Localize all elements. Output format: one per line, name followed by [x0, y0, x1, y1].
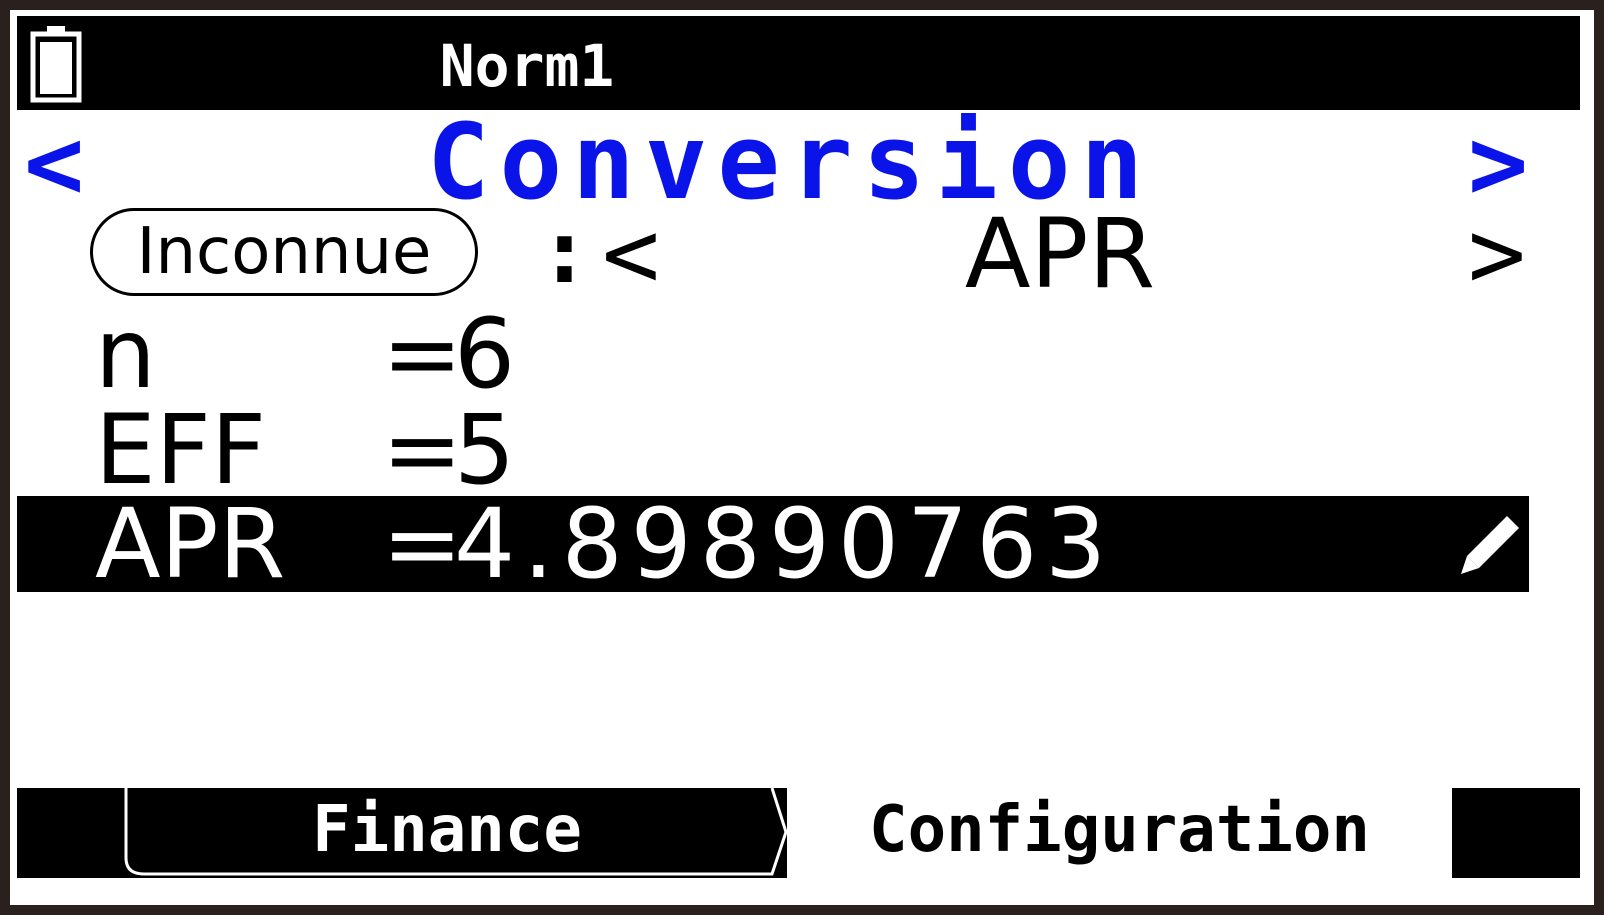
unknown-colon: :	[538, 200, 591, 303]
variable-row-apr[interactable]: APR = 4.89890763	[17, 496, 1529, 592]
variable-name: EFF	[95, 394, 267, 506]
unknown-value[interactable]: APR	[910, 200, 1210, 308]
unknown-next-arrow[interactable]: >	[1468, 206, 1526, 302]
variable-value: 4.89890763	[454, 488, 1115, 600]
equals-sign: =	[382, 488, 463, 600]
finance-label: Finance	[312, 793, 582, 867]
status-bar: Norm1	[17, 16, 1580, 110]
variable-name: n	[95, 298, 156, 410]
variable-value: 6	[454, 298, 524, 410]
function-key-bar: Finance Configuration	[17, 788, 1580, 878]
equals-sign: =	[382, 298, 463, 410]
battery-icon	[30, 26, 82, 103]
variable-value: 5	[454, 394, 524, 506]
variable-row-eff[interactable]: EFF = 5	[17, 402, 1529, 498]
configuration-label: Configuration	[869, 793, 1370, 867]
unknown-label: Inconnue	[90, 208, 478, 296]
pencil-icon	[1461, 516, 1519, 574]
calc-mode-indicator: Norm1	[439, 32, 615, 100]
title-prev-arrow[interactable]: <	[24, 114, 84, 214]
unknown-prev-arrow[interactable]: <	[602, 206, 660, 302]
equals-sign: =	[382, 394, 463, 506]
finance-function-key[interactable]: Finance	[122, 788, 792, 878]
variable-name: APR	[95, 488, 286, 600]
variable-row-n[interactable]: n = 6	[17, 306, 1529, 402]
calculator-screen: Norm1 < Conversion > Inconnue : < APR > …	[10, 10, 1594, 905]
configuration-function-key[interactable]: Configuration	[787, 788, 1452, 878]
